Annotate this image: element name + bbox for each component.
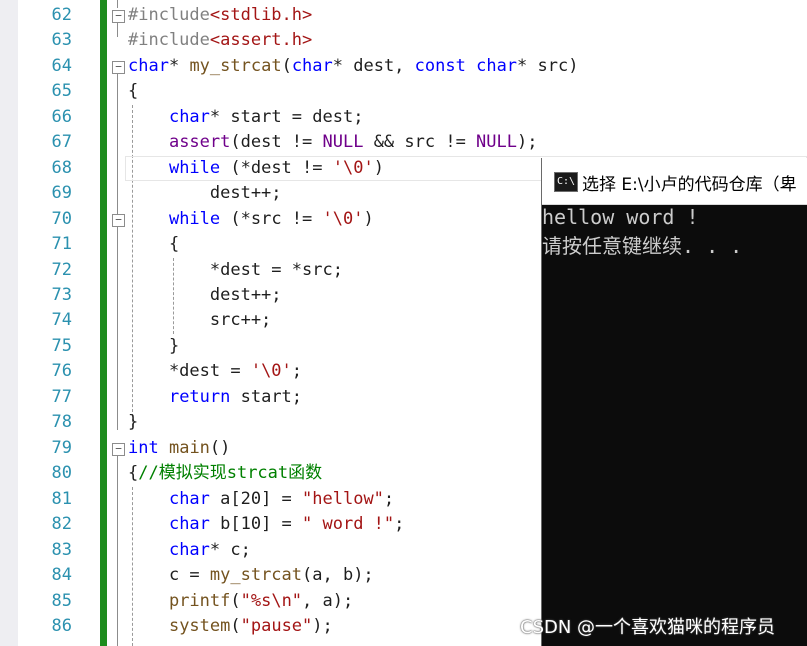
code-line-78[interactable]: }	[128, 410, 138, 435]
line-number: 83	[51, 540, 72, 560]
change-tracking-bar	[100, 0, 107, 646]
line-number: 73	[51, 285, 72, 305]
code-line-71[interactable]: {	[128, 232, 179, 257]
line-number: 71	[51, 234, 72, 254]
code-line-72[interactable]: *dest = *src;	[128, 258, 343, 283]
code-line-84[interactable]: c = my_strcat(a, b);	[128, 563, 374, 588]
code-line-82[interactable]: char b[10] = " word !";	[128, 512, 404, 537]
code-line-66[interactable]: char* start = dest;	[128, 105, 363, 130]
code-line-81[interactable]: char a[20] = "hellow";	[128, 487, 394, 512]
line-number: 76	[51, 361, 72, 381]
line-number: 66	[51, 107, 72, 127]
outline-line	[117, 456, 118, 646]
line-number: 62	[51, 5, 72, 25]
code-line-85[interactable]: printf("%s\n", a);	[128, 589, 353, 614]
code-line-80[interactable]: {//模拟实现strcat函数	[128, 461, 322, 486]
code-line-79[interactable]: int main()	[128, 436, 230, 461]
code-line-83[interactable]: char* c;	[128, 538, 251, 563]
code-line-68[interactable]: while (*dest != '\0')	[128, 156, 384, 181]
line-number: 80	[51, 463, 72, 483]
code-line-62[interactable]: #include<stdlib.h>	[128, 3, 312, 28]
console-title: 选择 E:\小卢的代码仓库（卑	[582, 175, 797, 195]
collapse-icon[interactable]: −	[112, 10, 125, 23]
line-number: 74	[51, 310, 72, 330]
line-number: 86	[51, 616, 72, 636]
code-line-64[interactable]: char* my_strcat(char* dest, const char* …	[128, 54, 578, 79]
line-number: 65	[51, 81, 72, 101]
line-number: 75	[51, 336, 72, 356]
console-output-line: hellow word !	[542, 205, 699, 229]
code-line-75[interactable]: }	[128, 334, 179, 359]
editor-margin	[0, 0, 18, 646]
code-line-67[interactable]: assert(dest != NULL && src != NULL);	[128, 130, 538, 155]
line-number: 63	[51, 30, 72, 50]
code-line-73[interactable]: dest++;	[128, 283, 282, 308]
outline-line	[117, 74, 118, 430]
console-app-icon: C:\	[554, 172, 578, 192]
code-line-77[interactable]: return start;	[128, 385, 302, 410]
line-number: 69	[51, 183, 72, 203]
collapse-icon[interactable]: −	[112, 61, 125, 74]
outline-line	[117, 23, 118, 37]
code-line-86[interactable]: system("pause");	[128, 614, 333, 639]
watermark: CSDN @一个喜欢猫咪的程序员	[520, 617, 776, 638]
code-line-70[interactable]: while (*src != '\0')	[128, 207, 374, 232]
collapse-icon[interactable]: −	[112, 214, 125, 227]
line-number: 72	[51, 260, 72, 280]
line-number: 79	[51, 438, 72, 458]
code-line-65[interactable]: {	[128, 79, 138, 104]
line-number: 64	[51, 56, 72, 76]
line-number: 81	[51, 489, 72, 509]
line-number: 84	[51, 565, 72, 585]
line-number: 70	[51, 209, 72, 229]
line-number: 85	[51, 591, 72, 611]
code-line-63[interactable]: #include<assert.h>	[128, 28, 312, 53]
console-window[interactable]: C:\ 选择 E:\小卢的代码仓库（卑 hellow word ! 请按任意键继…	[541, 158, 807, 646]
code-line-74[interactable]: src++;	[128, 308, 271, 333]
line-number: 82	[51, 514, 72, 534]
line-number: 67	[51, 132, 72, 152]
code-line-69[interactable]: dest++;	[128, 181, 282, 206]
line-number: 68	[51, 158, 72, 178]
console-titlebar[interactable]: C:\ 选择 E:\小卢的代码仓库（卑	[542, 158, 807, 205]
outline-line	[117, 0, 118, 8]
line-number: 77	[51, 387, 72, 407]
line-number: 78	[51, 412, 72, 432]
console-output-line: 请按任意键继续. . .	[542, 234, 743, 258]
code-line-76[interactable]: *dest = '\0';	[128, 359, 302, 384]
collapse-icon[interactable]: −	[112, 443, 125, 456]
